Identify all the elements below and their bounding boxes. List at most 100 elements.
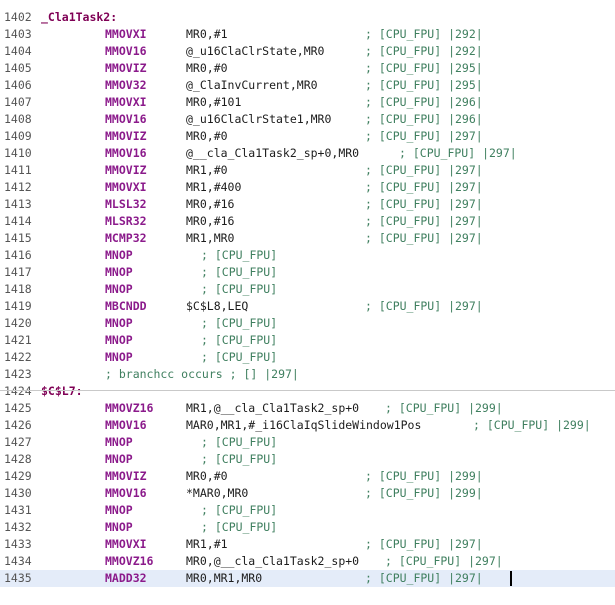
code-line[interactable]: 1422 MNOP ; [CPU_FPU] <box>0 349 615 366</box>
instruction-mnemonic: MMOVZ16 <box>105 401 154 415</box>
line-number: 1405 <box>4 61 32 75</box>
instruction-mnemonic: MMOVZ16 <box>105 554 154 568</box>
code-comment: ; [CPU_FPU] |296| <box>365 95 483 109</box>
code-line[interactable]: 1420 MNOP ; [CPU_FPU] <box>0 315 615 332</box>
line-number: 1410 <box>4 146 32 160</box>
code-line[interactable]: 1406 MMOV32 @_ClaInvCurrent,MR0 ; [CPU_FPU]… <box>0 77 615 94</box>
code-comment: ; [CPU_FPU] |296| <box>365 112 483 126</box>
code-line[interactable]: 1415 MCMP32 MR1,MR0 ; [CPU_FPU] |297| <box>0 230 615 247</box>
code-line[interactable]: 1402 _Cla1Task2: <box>0 9 615 26</box>
instruction-operands: MR1,MR0 <box>186 231 235 245</box>
code-line[interactable]: 1430 MMOV16 *MAR0,MR0 ; [CPU_FPU] |299| <box>0 485 615 502</box>
code-line[interactable]: 1408 MMOV16 @_u16ClaClrState1,MR0 ; [CPU_FP… <box>0 111 615 128</box>
code-line[interactable]: 1429 MMOVIZ MR0,#0 ; [CPU_FPU] |299| <box>0 468 615 485</box>
instruction-mnemonic: MNOP <box>105 520 133 534</box>
code-comment: ; [CPU_FPU] <box>201 435 278 449</box>
line-number: 1408 <box>4 112 32 126</box>
instruction-operands: MR1,@__cla_Cla1Task2_sp+0 <box>186 401 360 415</box>
instruction-mnemonic: MMOVIZ <box>105 129 147 143</box>
instruction-operands: MR0,@__cla_Cla1Task2_sp+0 <box>186 554 360 568</box>
code-line[interactable]: 1403 MMOVXI MR0,#1 ; [CPU_FPU] |292| <box>0 26 615 43</box>
line-number: 1409 <box>4 129 32 143</box>
code-comment: ; [CPU_FPU] |297| <box>365 537 483 551</box>
instruction-mnemonic: MMOV32 <box>105 78 147 92</box>
instruction-mnemonic: MMOVIZ <box>105 163 147 177</box>
code-line[interactable]: 1433 MMOVXI MR1,#1 ; [CPU_FPU] |297| <box>0 536 615 553</box>
code-comment: ; [CPU_FPU] <box>201 333 278 347</box>
code-comment: ; [CPU_FPU] <box>201 452 278 466</box>
line-number: 1403 <box>4 27 32 41</box>
code-comment: ; [CPU_FPU] <box>201 503 278 517</box>
line-number: 1426 <box>4 418 32 432</box>
code-comment: ; [CPU_FPU] |299| <box>473 418 591 432</box>
code-line[interactable]: 1417 MNOP ; [CPU_FPU] <box>0 264 615 281</box>
instruction-operands: *MAR0,MR0 <box>186 486 249 500</box>
line-number: 1417 <box>4 265 32 279</box>
line-number: 1428 <box>4 452 32 466</box>
instruction-mnemonic: MMOVXI <box>105 537 147 551</box>
code-comment: ; [CPU_FPU] <box>201 520 278 534</box>
instruction-mnemonic: MNOP <box>105 452 133 466</box>
instruction-mnemonic: MMOVXI <box>105 95 147 109</box>
code-line[interactable]: 1404 MMOV16 @_u16ClaClrState,MR0 ; [CPU_FPU… <box>0 43 615 60</box>
code-line[interactable]: 1407 MMOVXI MR0,#101 ; [CPU_FPU] |296| <box>0 94 615 111</box>
instruction-mnemonic: MNOP <box>105 435 133 449</box>
code-line[interactable]: 1434 MMOVZ16 MR0,@__cla_Cla1Task2_sp+0 ; [C… <box>0 553 615 570</box>
code-comment: ; [CPU_FPU] |297| <box>365 571 483 585</box>
section-divider <box>0 390 615 391</box>
line-number: 1406 <box>4 78 32 92</box>
code-line[interactable]: 1411 MMOVIZ MR1,#0 ; [CPU_FPU] |297| <box>0 162 615 179</box>
line-number: 1402 <box>4 10 32 24</box>
code-line[interactable]: 1435 MADD32 MR0,MR1,MR0 ; [CPU_FPU] |297| <box>0 570 615 587</box>
code-comment: ; [CPU_FPU] |297| <box>365 163 483 177</box>
instruction-mnemonic: MMOV16 <box>105 418 147 432</box>
instruction-mnemonic: MMOV16 <box>105 486 147 500</box>
code-line[interactable]: 1405 MMOVIZ MR0,#0 ; [CPU_FPU] |295| <box>0 60 615 77</box>
code-line[interactable]: 1418 MNOP ; [CPU_FPU] <box>0 281 615 298</box>
code-comment: ; [CPU_FPU] |297| <box>365 214 483 228</box>
instruction-operands: MR1,#1 <box>186 537 228 551</box>
code-line[interactable]: 1423 ; branchcc occurs ; [] |297| <box>0 366 615 383</box>
code-comment: ; [CPU_FPU] |295| <box>365 61 483 75</box>
code-line[interactable]: 1416 MNOP ; [CPU_FPU] <box>0 247 615 264</box>
code-line[interactable]: 1413 MLSL32 MR0,#16 ; [CPU_FPU] |297| <box>0 196 615 213</box>
line-number: 1414 <box>4 214 32 228</box>
line-number: 1423 <box>4 367 32 381</box>
instruction-mnemonic: MNOP <box>105 333 133 347</box>
instruction-mnemonic: MNOP <box>105 248 133 262</box>
instruction-mnemonic: MNOP <box>105 316 133 330</box>
instruction-mnemonic: MNOP <box>105 265 133 279</box>
instruction-mnemonic: MMOV16 <box>105 44 147 58</box>
instruction-operands: $C$L8,LEQ <box>186 299 249 313</box>
code-line[interactable]: 1425 MMOVZ16 MR1,@__cla_Cla1Task2_sp+0 ; [C… <box>0 400 615 417</box>
line-number: 1425 <box>4 401 32 415</box>
line-number: 1411 <box>4 163 32 177</box>
code-comment: ; [CPU_FPU] |292| <box>365 44 483 58</box>
instruction-operands: @__cla_Cla1Task2_sp+0,MR0 <box>186 146 360 160</box>
line-number: 1434 <box>4 554 32 568</box>
line-number: 1404 <box>4 44 32 58</box>
assembly-code-editor[interactable]: 1402 _Cla1Task2: 1403 MMOVXI MR0,#1 ; [CPU_FP… <box>0 0 615 605</box>
code-line[interactable]: 1409 MMOVIZ MR0,#0 ; [CPU_FPU] |297| <box>0 128 615 145</box>
instruction-operands: MR0,#0 <box>186 129 228 143</box>
code-line[interactable]: 1431 MNOP ; [CPU_FPU] <box>0 502 615 519</box>
line-number: 1431 <box>4 503 32 517</box>
instruction-operands: MR0,#101 <box>186 95 242 109</box>
instruction-mnemonic: MMOVIZ <box>105 61 147 75</box>
code-line[interactable]: 1410 MMOV16 @__cla_Cla1Task2_sp+0,MR0 ; [CP… <box>0 145 615 162</box>
code-line[interactable]: 1414 MLSR32 MR0,#16 ; [CPU_FPU] |297| <box>0 213 615 230</box>
code-line[interactable]: 1432 MNOP ; [CPU_FPU] <box>0 519 615 536</box>
code-line[interactable]: 1428 MNOP ; [CPU_FPU] <box>0 451 615 468</box>
code-comment: ; [CPU_FPU] <box>201 282 278 296</box>
code-line[interactable]: 1412 MMOVXI MR1,#400 ; [CPU_FPU] |297| <box>0 179 615 196</box>
code-line[interactable]: 1426 MMOV16 MAR0,MR1,#_i16ClaIqSlideWindow… <box>0 417 615 434</box>
instruction-operands: @_ClaInvCurrent,MR0 <box>186 78 318 92</box>
instruction-mnemonic: MMOV16 <box>105 146 147 160</box>
code-line[interactable]: 1419 MBCNDD $C$L8,LEQ ; [CPU_FPU] |297| <box>0 298 615 315</box>
code-line[interactable]: 1421 MNOP ; [CPU_FPU] <box>0 332 615 349</box>
code-comment: ; [CPU_FPU] <box>201 248 278 262</box>
code-line[interactable]: 1427 MNOP ; [CPU_FPU] <box>0 434 615 451</box>
line-number: 1416 <box>4 248 32 262</box>
code-line[interactable]: 1424 $C$L7: <box>0 383 615 400</box>
line-number: 1432 <box>4 520 32 534</box>
